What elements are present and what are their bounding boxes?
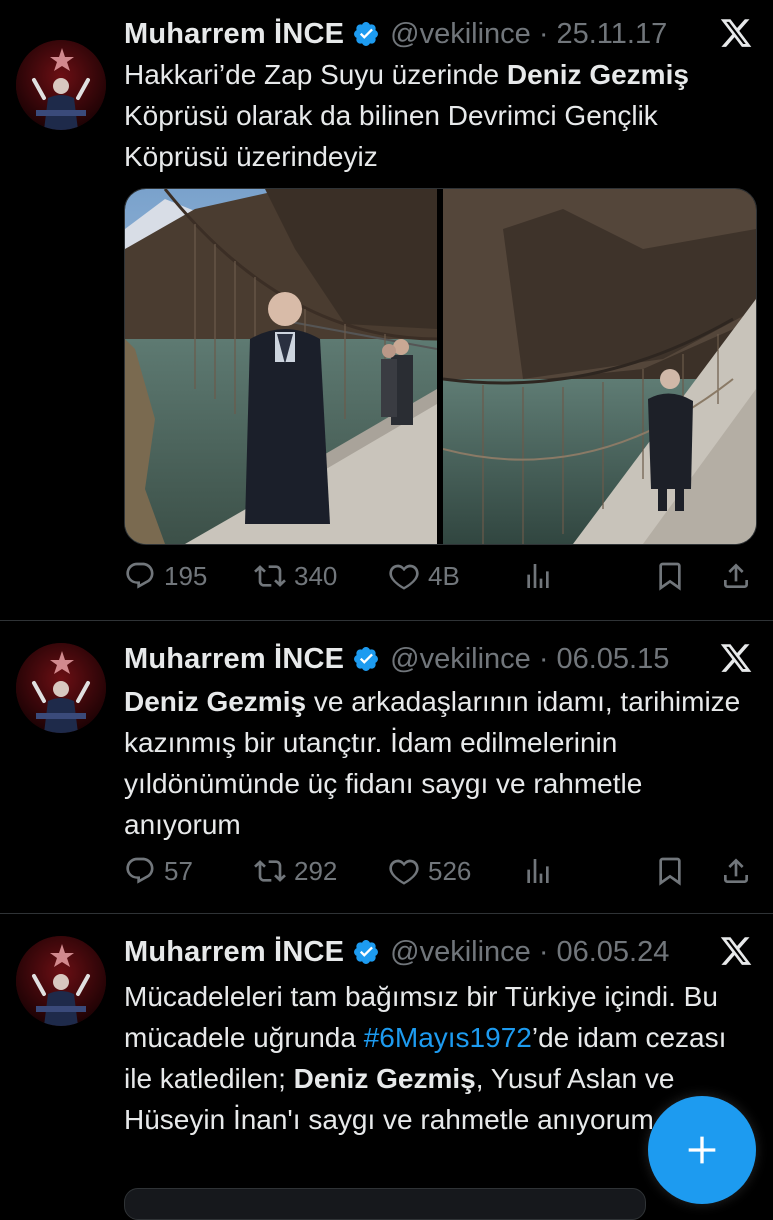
- photo[interactable]: [125, 189, 437, 544]
- views-button[interactable]: [522, 560, 562, 592]
- heart-icon: [389, 859, 419, 885]
- reply-count: 195: [164, 560, 208, 591]
- tweet-date[interactable]: 25.11.17: [556, 18, 667, 51]
- author-handle[interactable]: @vekilince: [390, 936, 531, 969]
- share-button[interactable]: [720, 855, 760, 887]
- x-logo-icon: [720, 19, 752, 47]
- tweet-text: Deniz Gezmiş ve arkadaşlarının idamı, ta…: [124, 681, 749, 845]
- views-button[interactable]: [522, 855, 562, 887]
- bold-text: Deniz Gezmiş: [506, 59, 689, 90]
- tweet-header: Muharrem İNCE @vekilince · 06.05.15: [124, 639, 669, 679]
- like-count: 4B: [428, 560, 460, 591]
- reply-button[interactable]: 195: [124, 560, 207, 592]
- bold-text: Deniz Gezmiş: [124, 686, 307, 717]
- like-button[interactable]: 526: [388, 855, 471, 887]
- bold-text: Deniz Gezmiş: [293, 1063, 476, 1094]
- hashtag-link[interactable]: #6Mayıs1972: [364, 1022, 532, 1053]
- retweet-icon: [254, 565, 286, 587]
- text-span: Köprüsü olarak da bilinen Devrimci Gençl…: [124, 100, 658, 172]
- author-handle[interactable]: @vekilince: [390, 18, 531, 51]
- author-name[interactable]: Muharrem İNCE: [124, 936, 344, 969]
- analytics-icon: [527, 859, 549, 883]
- separator: ·: [538, 642, 549, 675]
- bookmark-button[interactable]: [654, 855, 694, 887]
- x-logo-icon: [720, 644, 752, 672]
- tweet-actions: 195 340 4B: [124, 556, 755, 596]
- bridge-photo-icon: [125, 189, 437, 544]
- tweet-text: Mücadeleleri tam bağımsız bir Türkiye iç…: [124, 976, 749, 1140]
- heart-icon: [389, 564, 419, 590]
- like-count: 526: [428, 855, 472, 886]
- author-name[interactable]: Muharrem İNCE: [124, 643, 344, 676]
- avatar[interactable]: [16, 936, 106, 1026]
- avatar[interactable]: [16, 40, 106, 130]
- text-span: Hakkari’de Zap Suyu üzerinde: [124, 59, 507, 90]
- share-button[interactable]: [720, 560, 760, 592]
- like-button[interactable]: 4B: [388, 560, 460, 592]
- share-icon: [724, 563, 748, 588]
- tweet-header: Muharrem İNCE @vekilince · 25.11.17: [124, 14, 667, 54]
- analytics-icon: [527, 564, 549, 588]
- tweet-header: Muharrem İNCE @vekilince · 06.05.24: [124, 932, 669, 972]
- media-grid[interactable]: [124, 188, 757, 545]
- verified-badge-icon: [354, 647, 379, 671]
- reply-icon: [126, 562, 154, 589]
- tweet-date[interactable]: 06.05.24: [556, 936, 669, 969]
- author-name[interactable]: Muharrem İNCE: [124, 18, 344, 51]
- share-icon: [724, 858, 748, 883]
- tweet-actions: 57 292 526: [124, 851, 755, 891]
- bridge-photo-icon: [443, 189, 756, 544]
- reply-icon: [126, 857, 154, 884]
- bookmark-button[interactable]: [654, 560, 694, 592]
- tweet[interactable]: Muharrem İNCE @vekilince · 06.05.15 Deni…: [0, 621, 773, 914]
- x-logo-icon: [720, 937, 752, 965]
- reply-count: 57: [164, 855, 193, 886]
- bookmark-icon: [659, 857, 681, 886]
- bookmark-icon: [659, 562, 681, 591]
- reply-button[interactable]: 57: [124, 855, 193, 887]
- media-preview-strip: [124, 1188, 646, 1220]
- retweet-count: 292: [294, 855, 338, 886]
- verified-badge-icon: [354, 22, 379, 46]
- plus-icon: [688, 1136, 716, 1164]
- tweet-text: Hakkari’de Zap Suyu üzerinde Deniz Gezmi…: [124, 54, 749, 177]
- separator: ·: [538, 17, 549, 50]
- retweet-icon: [254, 860, 286, 882]
- verified-badge-icon: [354, 940, 379, 964]
- tweet-date[interactable]: 06.05.15: [556, 643, 669, 676]
- photo[interactable]: [443, 189, 756, 544]
- compose-button[interactable]: [648, 1096, 756, 1204]
- avatar[interactable]: [16, 643, 106, 733]
- separator: ·: [538, 935, 549, 968]
- tweet[interactable]: Muharrem İNCE @vekilince · 25.11.17 Hakk…: [0, 0, 773, 621]
- retweet-count: 340: [294, 560, 338, 591]
- retweet-button[interactable]: 340: [254, 560, 337, 592]
- retweet-button[interactable]: 292: [254, 855, 337, 887]
- author-handle[interactable]: @vekilince: [390, 643, 531, 676]
